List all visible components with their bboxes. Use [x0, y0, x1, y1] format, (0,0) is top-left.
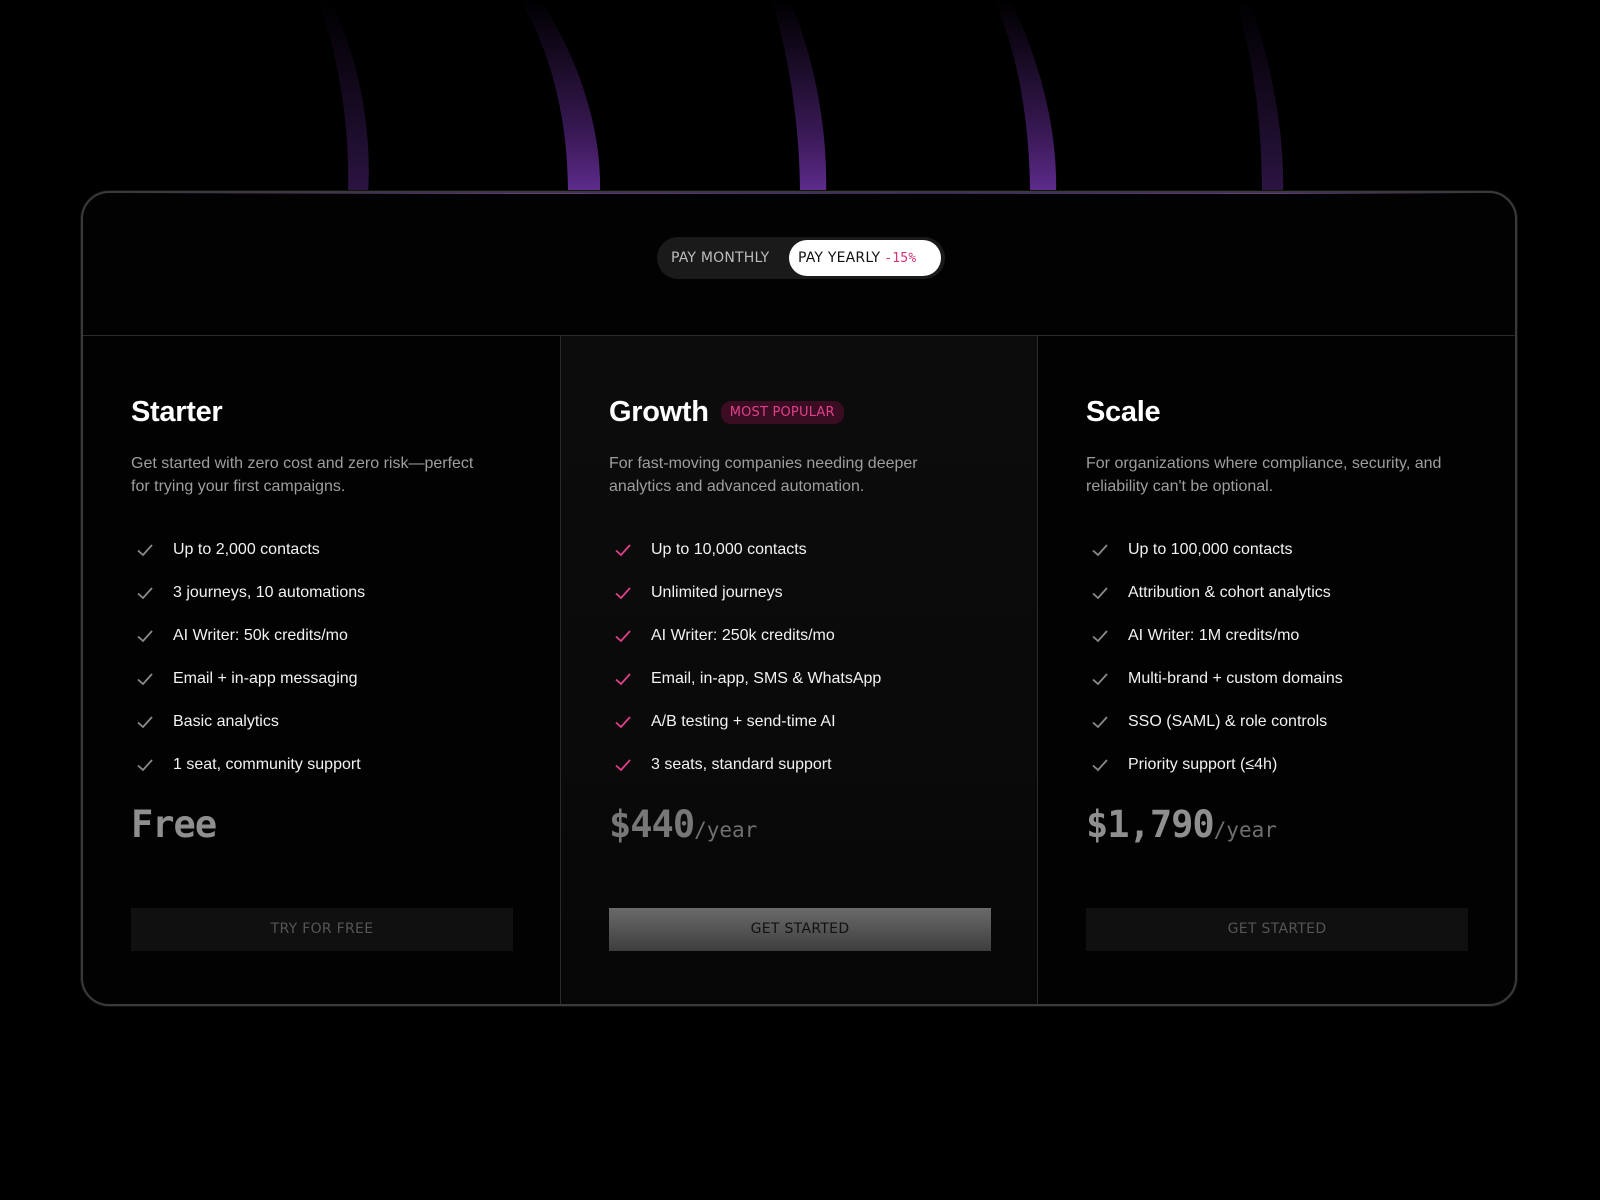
feature-text: Email, in-app, SMS & WhatsApp [651, 669, 882, 687]
feature-text: Up to 2,000 contacts [173, 540, 320, 558]
feature-text: 3 journeys, 10 automations [173, 583, 366, 601]
check-icon [615, 672, 631, 685]
feature-text: Attribution & cohort analytics [1128, 583, 1331, 601]
plan-column-growth: Growth MOST POPULAR For fast-moving comp… [560, 336, 1038, 1004]
plan-price: $440/year [609, 803, 757, 846]
card-top-highlight [123, 193, 1475, 194]
feature-list: Up to 10,000 contacts Unlimited journeys… [609, 528, 881, 786]
plan-description: For organizations where compliance, secu… [1086, 455, 1442, 495]
plan-header: Growth MOST POPULAR [609, 396, 844, 429]
check-icon [137, 629, 153, 642]
pay-yearly-label: PAY YEARLY [798, 250, 881, 266]
feature-item: Multi-brand + custom domains [1086, 657, 1343, 700]
check-icon [137, 672, 153, 685]
price-amount: Free [131, 803, 217, 846]
check-icon [615, 586, 631, 599]
feature-text: Email + in-app messaging [173, 669, 358, 687]
feature-list: Up to 2,000 contacts 3 journeys, 10 auto… [131, 528, 365, 786]
plan-column-scale: Scale For organizations where compliance… [1038, 336, 1515, 1004]
plan-price: $1,790/year [1086, 803, 1277, 846]
feature-item: 1 seat, community support [131, 743, 365, 786]
price-period: /year [694, 818, 758, 842]
feature-text: Multi-brand + custom domains [1128, 669, 1343, 687]
check-icon [137, 586, 153, 599]
check-icon [615, 715, 631, 728]
check-icon [615, 629, 631, 642]
price-amount: $440 [609, 803, 695, 846]
check-icon [137, 758, 153, 771]
feature-text: Unlimited journeys [651, 583, 783, 601]
feature-text: AI Writer: 250k credits/mo [651, 626, 835, 644]
feature-item: Unlimited journeys [609, 571, 881, 614]
feature-item: Email + in-app messaging [131, 657, 365, 700]
feature-text: 3 seats, standard support [651, 755, 832, 773]
check-icon [1092, 586, 1108, 599]
feature-item: 3 journeys, 10 automations [131, 571, 365, 614]
price-amount: $1,790 [1086, 803, 1215, 846]
plan-name: Growth [609, 396, 709, 428]
price-period: /year [1213, 818, 1277, 842]
pay-yearly-option[interactable]: PAY YEARLY -15% [789, 240, 941, 276]
check-icon [1092, 672, 1108, 685]
feature-text: AI Writer: 1M credits/mo [1128, 626, 1300, 644]
check-icon [615, 758, 631, 771]
pay-monthly-option[interactable]: PAY MONTHLY [671, 240, 769, 276]
feature-text: Up to 10,000 contacts [651, 540, 807, 558]
pay-monthly-label: PAY MONTHLY [671, 250, 770, 266]
try-for-free-button[interactable]: TRY FOR FREE [131, 908, 513, 951]
feature-text: Priority support (≤4h) [1128, 755, 1278, 773]
feature-item: Priority support (≤4h) [1086, 743, 1343, 786]
pricing-card: PAY MONTHLY PAY YEARLY -15% Starter Get s… [81, 191, 1517, 1006]
feature-item: Up to 100,000 contacts [1086, 528, 1343, 571]
feature-text: Basic analytics [173, 712, 279, 730]
feature-item: AI Writer: 1M credits/mo [1086, 614, 1343, 657]
check-icon [615, 543, 631, 556]
plan-name: Scale [1086, 396, 1161, 428]
get-started-button[interactable]: GET STARTED [1086, 908, 1468, 951]
check-icon [1092, 629, 1108, 642]
feature-text: A/B testing + send-time AI [651, 712, 836, 730]
feature-text: 1 seat, community support [173, 755, 361, 773]
feature-item: AI Writer: 50k credits/mo [131, 614, 365, 657]
plan-column-starter: Starter Get started with zero cost and z… [83, 336, 560, 1004]
feature-item: Attribution & cohort analytics [1086, 571, 1343, 614]
most-popular-badge: MOST POPULAR [720, 401, 844, 424]
feature-item: 3 seats, standard support [609, 743, 881, 786]
check-icon [1092, 543, 1108, 556]
feature-item: AI Writer: 250k credits/mo [609, 614, 881, 657]
feature-item: Email, in-app, SMS & WhatsApp [609, 657, 881, 700]
feature-text: SSO (SAML) & role controls [1128, 712, 1328, 730]
yearly-discount-badge: -15% [884, 251, 917, 266]
get-started-button[interactable]: GET STARTED [609, 908, 991, 951]
plan-name: Starter [131, 396, 223, 428]
billing-toggle[interactable]: PAY MONTHLY PAY YEARLY -15% [657, 237, 945, 279]
feature-item: Up to 10,000 contacts [609, 528, 881, 571]
plan-price: Free [131, 803, 217, 846]
feature-text: Up to 100,000 contacts [1128, 540, 1293, 558]
check-icon [137, 715, 153, 728]
check-icon [1092, 758, 1108, 771]
plan-description: Get started with zero cost and zero risk… [131, 455, 474, 495]
feature-list: Up to 100,000 contacts Attribution & coh… [1086, 528, 1343, 786]
plan-description: For fast-moving companies needing deeper… [609, 455, 918, 495]
feature-text: AI Writer: 50k credits/mo [173, 626, 348, 644]
feature-item: A/B testing + send-time AI [609, 700, 881, 743]
plan-header: Starter [131, 396, 223, 429]
plan-header: Scale [1086, 396, 1161, 429]
check-icon [1092, 715, 1108, 728]
feature-item: SSO (SAML) & role controls [1086, 700, 1343, 743]
feature-item: Basic analytics [131, 700, 365, 743]
feature-item: Up to 2,000 contacts [131, 528, 365, 571]
check-icon [137, 543, 153, 556]
pricing-page: PAY MONTHLY PAY YEARLY -15% Starter Get s… [0, 0, 1600, 1200]
